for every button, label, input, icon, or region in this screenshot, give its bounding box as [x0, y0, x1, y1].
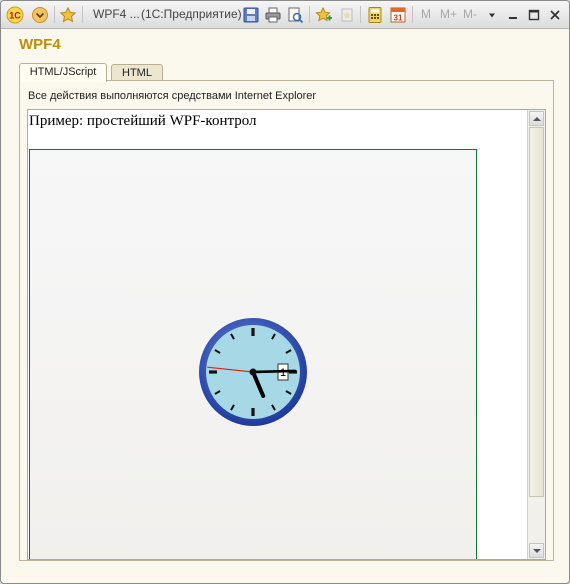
clock-center — [249, 368, 257, 376]
info-note: Все действия выполняются средствами Inte… — [28, 90, 317, 102]
close-icon[interactable] — [545, 1, 565, 28]
title-bar: 1С WPF4 ... (1С:Предприятие) 31 M M+ M- — [1, 1, 569, 29]
form-title: WPF4 — [19, 36, 61, 53]
favorites-star-icon[interactable] — [58, 1, 78, 28]
maximize-icon[interactable] — [524, 1, 544, 28]
scroll-down-button[interactable] — [529, 543, 544, 558]
calendar-icon[interactable]: 31 — [388, 1, 408, 28]
page-heading: Пример: простейший WPF-контрол — [29, 113, 257, 129]
arrow-down-icon — [532, 548, 541, 553]
history-icon[interactable] — [337, 1, 357, 28]
separator — [412, 6, 413, 23]
memory-button[interactable]: M — [421, 7, 431, 21]
scroll-up-button[interactable] — [529, 111, 544, 126]
memory-minus-button[interactable]: M- — [463, 7, 477, 21]
tab-html[interactable]: HTML — [111, 64, 163, 81]
clock-svg: 1 — [199, 318, 307, 426]
separator — [82, 6, 83, 23]
arrow-up-icon — [532, 116, 541, 121]
separator — [360, 6, 361, 23]
app-window: 1С WPF4 ... (1С:Предприятие) 31 M M+ M- … — [0, 0, 570, 584]
1c-logo-icon[interactable]: 1С — [5, 1, 25, 28]
date-label: 1 — [280, 367, 286, 379]
vertical-scrollbar[interactable] — [527, 110, 545, 559]
print-icon[interactable] — [263, 1, 283, 28]
separator — [309, 6, 310, 23]
save-icon[interactable] — [241, 1, 261, 28]
separator — [54, 6, 55, 23]
html-document-field[interactable]: Пример: простейший WPF-контрол 1 — [27, 109, 546, 560]
svg-text:31: 31 — [394, 13, 403, 22]
scroll-thumb[interactable] — [529, 127, 544, 497]
wpf-control[interactable]: 1 — [29, 149, 477, 559]
calculator-icon[interactable] — [365, 1, 385, 28]
print-preview-icon[interactable] — [285, 1, 305, 28]
add-favorite-icon[interactable] — [314, 1, 334, 28]
minimize-icon[interactable] — [503, 1, 523, 28]
menu-icon[interactable] — [30, 1, 50, 28]
memory-plus-button[interactable]: M+ — [440, 7, 457, 21]
dropdown-icon[interactable] — [485, 1, 499, 28]
minute-hand — [251, 369, 297, 374]
svg-text:1С: 1С — [9, 10, 21, 20]
window-title: WPF4 ... — [93, 7, 140, 21]
tab-html-jscript[interactable]: HTML/JScript — [19, 63, 107, 82]
app-name: (1С:Предприятие) — [141, 7, 242, 21]
analog-clock: 1 — [199, 318, 307, 426]
